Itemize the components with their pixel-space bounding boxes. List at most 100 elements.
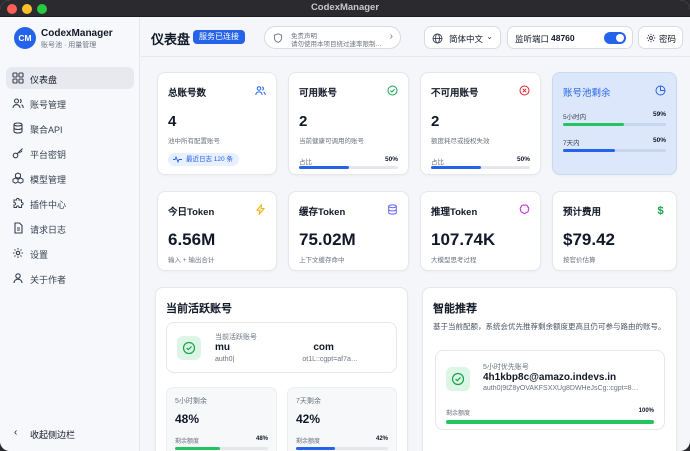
five-hour-remaining-card: 5小时剩余 48% 剩余额度 48% [166,387,277,451]
today-token-card: 今日Token 6.56M 输入 + 输出合计 [157,191,277,271]
check-circle-icon [451,372,465,386]
cache-token-card: 缓存Token 75.02M 上下文缓存命中 [288,191,409,271]
card-title: 账号池剩余 [563,88,611,99]
sidebar-item-label: 请求日志 [30,225,67,235]
sidebar-nav: 仪表盘 账号管理 聚合API 平台密钥 模型管理 插件中心 请求日志 设置 关于… [6,67,134,292]
language-select[interactable]: 简体中文 ⌄ [424,26,501,49]
ratio-bar-fill [299,166,349,169]
sidebar-item-label: 仪表盘 [30,75,58,85]
listen-port-field[interactable]: 监听端口 48760 [507,26,633,49]
sidebar-item-aggregate-api[interactable]: 聚合API [6,117,134,139]
available-accounts-card: 可用账号 2 当前健康可调用的账号 占比 50% [288,72,409,175]
ratio-value: 50% [516,156,530,163]
service-toggle[interactable] [604,32,626,44]
toggle-knob [616,34,624,42]
check-badge [446,367,470,391]
pool-5h-bar-fill [563,123,624,126]
card-title: 缓存Token [299,207,346,218]
pool-7d-label: 7天内 [563,140,580,147]
card-subtitle: 上下文缓存命中 [299,257,345,264]
today-token-value: 6.56M [168,230,216,249]
active-account-label: 当前活跃账号 [215,334,257,341]
sidebar-item-accounts[interactable]: 账号管理 [6,92,134,114]
password-label: 密码 [659,34,677,44]
shield-icon [273,33,283,43]
active-account-card[interactable]: 当前活跃账号 mu com auth0| ot1L::cgpt=af7a… [166,322,397,373]
seven-day-bar [296,447,388,450]
sidebar-item-about[interactable]: 关于作者 [6,267,134,289]
check-circle-icon [387,85,398,96]
card-title: 预计费用 [563,207,602,218]
ratio-bar [431,166,530,169]
database-icon [388,204,397,215]
brand-name: CodexManager [41,28,113,39]
pool-remaining-card: 账号池剩余 5小时内 59% 7天内 50% [552,72,677,175]
pie-chart-icon [655,85,666,96]
status-badge: 服务已连接 [193,30,245,44]
disclaimer-notice[interactable]: 免责声明 请勿使用本项目绕过速率限制… › [264,26,401,49]
chevron-down-icon: ⌄ [486,32,493,41]
smart-recommend-panel: 智能推荐 基于当前配额，系统会优先推荐剩余额度更高且仍可参与路由的账号。 5小时… [422,287,677,451]
quota-label: 剩余额度 [296,439,321,445]
ratio-value: 50% [384,156,398,163]
globe-icon [432,33,443,44]
card-subtitle: 当前健康可调用的账号 [299,138,364,145]
sidebar: CM CodexManager 账号池 · 用量管理 仪表盘 账号管理 聚合AP… [0,17,140,451]
sidebar-item-label: 聚合API [30,125,63,135]
sidebar-item-dashboard[interactable]: 仪表盘 [6,67,134,89]
ratio-label: 占比 [431,159,444,166]
active-account-id: auth0| ot1L::cgpt=af7a… [215,356,358,363]
five-hour-value: 48% [175,412,200,426]
card-title: 不可用账号 [431,88,479,99]
total-accounts-value: 4 [168,113,177,130]
svg-text:$: $ [658,205,664,215]
page-title: 仪表盘 [151,32,191,47]
available-accounts-value: 2 [299,113,308,130]
users-icon [255,86,266,96]
quota-value: 42% [375,436,388,442]
recommend-id: auth0|9tZ8yOVAKFSXXUg8DWHeJsCg::cgpt=8… [483,385,639,392]
password-button[interactable]: 密码 [638,26,683,49]
sidebar-item-models[interactable]: 模型管理 [6,167,134,189]
sidebar-item-settings[interactable]: 设置 [6,242,134,264]
pool-5h-bar [563,123,666,126]
top-header: 仪表盘 服务已连接 免责声明 请勿使用本项目绕过速率限制… › 简体中文 ⌄ 监… [141,17,690,57]
check-badge [177,336,201,360]
card-title: 推理Token [431,207,478,218]
notice-text: 请勿使用本项目绕过速率限制… [291,41,381,48]
pool-5h-label: 5小时内 [563,114,587,121]
card-subtitle: 按官价估算 [563,257,596,264]
reasoning-token-card: 推理Token 107.74K 大模型思考过程 [420,191,541,271]
estimated-cost-card: 预计费用 $ $79.42 按官价估算 [552,191,677,271]
recommend-email: 4h1kbp8c@amazo.indevs.in [483,372,617,383]
app-window: CodexManager CM CodexManager 账号池 · 用量管理 … [0,0,690,451]
sidebar-item-request-logs[interactable]: 请求日志 [6,217,134,239]
lightning-icon [255,204,266,215]
five-hour-label: 5小时剩余 [175,398,207,405]
total-accounts-card: 总账号数 4 池中所有配置账号 最近日志 120 条 [157,72,277,175]
sidebar-item-platform-keys[interactable]: 平台密钥 [6,142,134,164]
recommended-account-card[interactable]: 5小时优先账号 4h1kbp8c@amazo.indevs.in auth0|9… [435,350,665,430]
sidebar-item-label: 账号管理 [30,100,67,110]
puzzle-icon [13,197,24,208]
ratio-bar [299,166,398,169]
active-account-email: mu com [215,342,334,353]
card-title: 今日Token [168,207,215,218]
port-value[interactable]: 48760 [551,33,575,43]
user-icon [13,273,23,284]
sidebar-item-plugins[interactable]: 插件中心 [6,192,134,214]
pool-7d-bar [563,149,666,152]
recommend-bar-fill [446,420,654,424]
grid-icon [12,72,24,84]
x-circle-icon [519,85,530,96]
quota-label: 剩余额度 [175,439,200,445]
brain-icon [519,204,530,215]
gear-icon [13,248,23,258]
sidebar-item-label: 插件中心 [30,200,67,210]
five-hour-bar [175,447,268,450]
recent-logs-chip[interactable]: 最近日志 120 条 [168,153,239,166]
sidebar-item-label: 模型管理 [30,175,67,185]
recent-logs-text: 最近日志 120 条 [186,156,233,163]
dollar-icon: $ [658,205,664,215]
window-title: CodexManager [310,2,380,13]
